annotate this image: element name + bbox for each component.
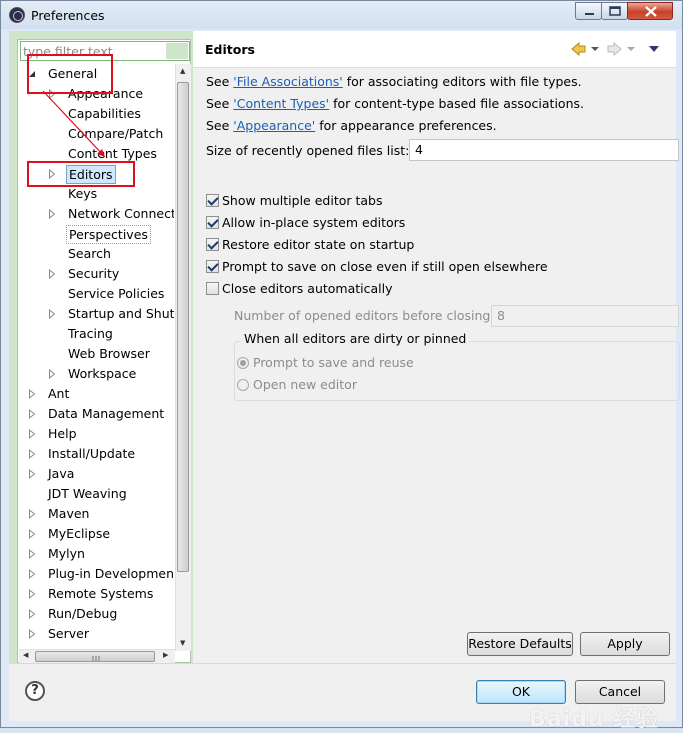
radio-prompt-label: Prompt to save and reuse <box>253 355 414 370</box>
window-title: Preferences <box>31 8 105 23</box>
page-nav-toolbar <box>570 41 670 62</box>
tree-collapsed-icon[interactable] <box>28 529 36 539</box>
baidu-watermark: Baidu 经验 <box>529 707 660 732</box>
tree-item-label: Run/Debug <box>48 606 118 621</box>
editors-preference-page: Editors See 'File Associations' for asso… <box>193 31 680 663</box>
title-bar[interactable]: Preferences <box>1 1 682 29</box>
tree-horizontal-scrollbar[interactable]: ◀ ▶ <box>19 649 175 664</box>
radio-open-label: Open new editor <box>253 377 357 392</box>
back-arrow-icon <box>571 41 586 57</box>
checkbox-label: Allow in-place system editors <box>222 215 406 230</box>
scroll-down-icon[interactable]: ▼ <box>180 639 185 647</box>
see-text: See <box>206 118 234 133</box>
appearance-description: for appearance preferences. <box>315 118 497 133</box>
maximize-button[interactable] <box>601 2 628 20</box>
tree-collapsed-icon[interactable] <box>28 509 36 519</box>
tree-collapsed-icon[interactable] <box>28 569 36 579</box>
tree-item-label: Remote Systems <box>48 586 154 601</box>
tree-item-label: Tracing <box>68 326 113 341</box>
checkbox-checked-icon[interactable] <box>206 194 219 207</box>
tree-collapsed-icon[interactable] <box>48 309 56 319</box>
tree-horizontal-scroll-thumb[interactable] <box>35 651 155 662</box>
tree-item-label: Service Policies <box>68 286 165 301</box>
forward-arrow-icon <box>607 41 622 57</box>
scroll-right-icon[interactable]: ▶ <box>163 651 168 659</box>
tree-item-label: Help <box>48 426 77 441</box>
content-types-description: for content-type based file associations… <box>329 96 584 111</box>
tree-item-label: Workspace <box>68 366 137 381</box>
tree-item-label: Install/Update <box>48 446 136 461</box>
tree-collapsed-icon[interactable] <box>28 629 36 639</box>
preferences-window: Preferences type filter text General Appe… <box>0 0 683 732</box>
checkbox-checked-icon[interactable] <box>206 238 219 251</box>
see-text: See <box>206 96 234 111</box>
tree-item-label: Plug-in Development <box>48 566 174 581</box>
see-text: See <box>206 74 234 89</box>
tree-collapsed-icon[interactable] <box>28 409 36 419</box>
page-header: Editors <box>193 31 676 68</box>
checkbox-label: Prompt to save on close even if still op… <box>222 259 548 274</box>
tree-item-label: Java <box>48 466 75 481</box>
tree-collapsed-icon[interactable] <box>28 449 36 459</box>
close-button[interactable] <box>627 2 673 20</box>
tree-item-label: Search <box>68 246 111 261</box>
dialog-client-area: type filter text General Appearance Capabi… <box>9 31 680 732</box>
recent-files-label: Size of recently opened files list: <box>206 143 410 158</box>
radio-open-indicator[interactable] <box>237 379 249 391</box>
annotation-arrow <box>42 90 106 158</box>
page-title: Editors <box>205 42 255 57</box>
tree-item-label: Web Browser <box>68 346 150 361</box>
tree-item-label: Mylyn <box>48 546 85 561</box>
tree-collapsed-icon[interactable] <box>28 589 36 599</box>
help-icon[interactable]: ? <box>25 681 45 701</box>
appearance-link[interactable]: 'Appearance' <box>233 118 315 133</box>
minimize-button[interactable] <box>575 2 602 20</box>
checkbox-label: Restore editor state on startup <box>222 237 415 252</box>
file-associations-link[interactable]: 'File Associations' <box>233 74 342 89</box>
apply-button[interactable]: Apply <box>580 632 670 656</box>
tree-item-label: Maven <box>48 506 90 521</box>
tree-item-label: MyEclipse <box>48 526 111 541</box>
tree-collapsed-icon[interactable] <box>28 429 36 439</box>
tree-item-label: Ant <box>48 386 70 401</box>
checkbox-label: Show multiple editor tabs <box>222 193 383 208</box>
content-types-line: See 'Content Types' for content-type bas… <box>206 96 584 111</box>
num-editors-label: Number of opened editors before closing: <box>234 308 495 323</box>
tree-item-label: Startup and Shutd <box>68 306 174 321</box>
recent-files-size-input[interactable]: 4 <box>409 139 679 161</box>
content-types-link[interactable]: 'Content Types' <box>233 96 329 111</box>
tree-collapsed-icon[interactable] <box>48 369 56 379</box>
checkbox-label: Close editors automatically <box>222 281 393 296</box>
tree-item-label: Server <box>48 626 89 641</box>
checkbox-unchecked-icon[interactable] <box>206 282 219 295</box>
eclipse-app-icon <box>9 7 25 23</box>
appearance-line: See 'Appearance' for appearance preferen… <box>206 118 497 133</box>
scroll-left-icon[interactable]: ◀ <box>23 651 28 659</box>
file-associations-line: See 'File Associations' for associating … <box>206 74 582 89</box>
tree-collapsed-icon[interactable] <box>28 609 36 619</box>
tree-item-label: Data Management <box>48 406 165 421</box>
restore-defaults-button[interactable]: Restore Defaults <box>467 632 573 656</box>
tree-collapsed-icon[interactable] <box>28 549 36 559</box>
num-editors-input[interactable]: 8 <box>491 305 679 327</box>
button-bar-separator <box>9 663 676 664</box>
tree-item-label: JDT Weaving <box>48 486 127 501</box>
tree-collapsed-icon[interactable] <box>48 269 56 279</box>
checkbox-checked-icon[interactable] <box>206 216 219 229</box>
radio-prompt-indicator[interactable] <box>237 357 249 369</box>
file-associations-description: for associating editors with file types. <box>342 74 582 89</box>
checkbox-checked-icon[interactable] <box>206 260 219 273</box>
tree-collapsed-icon[interactable] <box>28 389 36 399</box>
tree-item-label: Security <box>68 266 120 281</box>
tree-collapsed-icon[interactable] <box>28 469 36 479</box>
dirty-editors-group-title: When all editors are dirty or pinned <box>241 331 470 346</box>
